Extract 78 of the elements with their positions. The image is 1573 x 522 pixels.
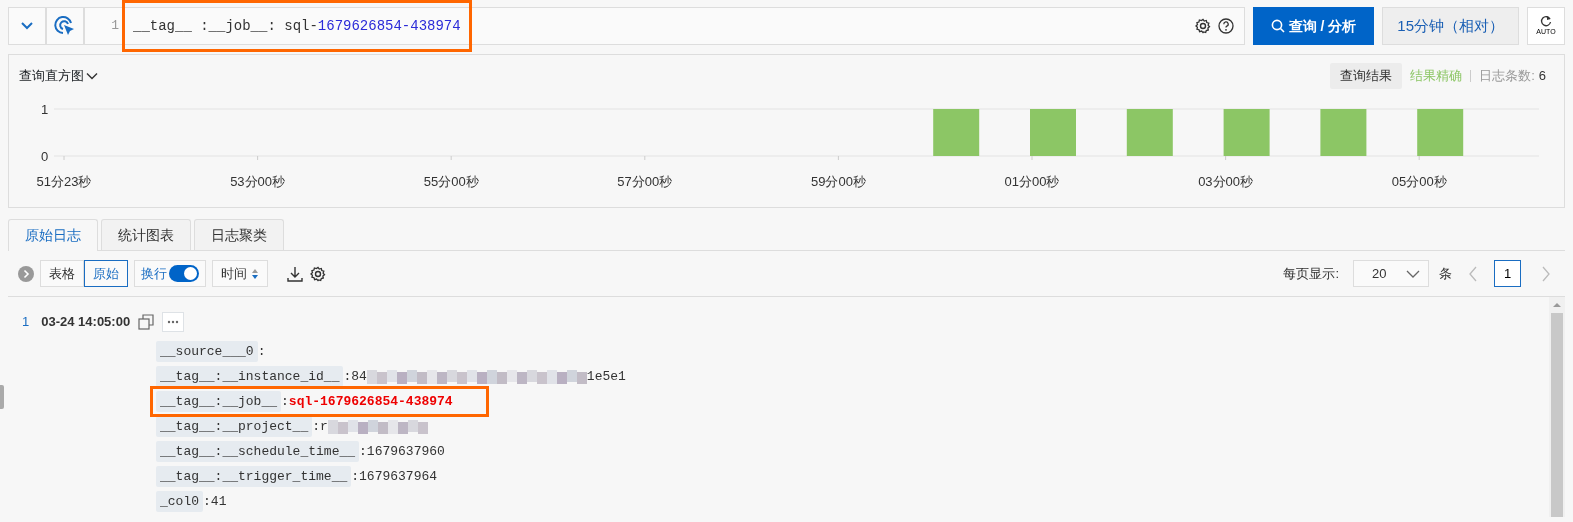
field-key: __tag__:__instance_id__	[156, 365, 344, 388]
separator: :	[281, 392, 289, 411]
tab[interactable]: 日志聚类	[194, 219, 284, 250]
separator: :	[359, 442, 367, 461]
refresh-icon	[1540, 14, 1552, 27]
histogram-bar[interactable]	[1320, 108, 1367, 156]
settings-icon[interactable]	[1194, 18, 1211, 34]
field-value: sql-1679626854-438974	[288, 392, 453, 411]
tab[interactable]: 原始日志	[8, 219, 98, 251]
settings-icon[interactable]	[310, 265, 326, 282]
chevron-left-icon[interactable]	[1468, 265, 1478, 282]
field-key: __tag__:__job__	[156, 390, 282, 413]
field-value: 1679637960	[366, 442, 445, 461]
expand-icon[interactable]	[18, 265, 34, 282]
search-icon	[1270, 19, 1285, 33]
separator: :	[203, 492, 211, 511]
log-count-label: 日志条数:	[1479, 67, 1535, 85]
view-mode-button[interactable]: 原始	[84, 260, 128, 287]
result-tab[interactable]: 查询结果	[1330, 63, 1403, 89]
histogram-bar[interactable]	[1030, 108, 1076, 156]
accuracy-label: 结果精确	[1410, 67, 1463, 85]
field-value: 1679637964	[359, 467, 438, 486]
field-value: 41	[210, 492, 227, 511]
field-value: r	[320, 417, 328, 436]
chevron-down-icon	[1406, 268, 1420, 279]
time-range-button[interactable]: 15分钟（相对）	[1382, 7, 1519, 45]
separator: :	[343, 367, 352, 386]
histogram-bar[interactable]	[1126, 108, 1173, 156]
axis-label: 53分00秒	[230, 173, 286, 189]
chevron-right-icon[interactable]	[1541, 265, 1551, 282]
axis-label: 57分00秒	[617, 173, 673, 189]
page-size-select[interactable]: 20	[1353, 260, 1429, 287]
page-size-label: 每页显示:	[1283, 264, 1339, 283]
field-key: __tag__:__project__	[156, 415, 313, 438]
tab[interactable]: 统计图表	[101, 219, 191, 250]
axis-label: 59分00秒	[810, 173, 866, 189]
separator: :	[257, 342, 266, 361]
view-mode-button[interactable]: 表格	[40, 260, 84, 287]
copy-icon[interactable]	[138, 314, 155, 330]
query-input[interactable]: __tag__ :__job__: sql-1679626854-438974	[125, 3, 469, 49]
wrap-label: 换行	[141, 264, 167, 283]
sort-button[interactable]: 时间	[212, 260, 268, 287]
histogram-bar[interactable]	[933, 108, 980, 156]
axis-label: 01分00秒	[1004, 173, 1060, 189]
row-number: 1	[22, 313, 30, 332]
field-key: __tag__:__trigger_time__	[156, 465, 352, 488]
histogram-bar[interactable]	[1223, 108, 1270, 156]
sort-icon	[251, 267, 259, 280]
histogram-bar[interactable]	[1417, 108, 1464, 156]
axis-label: 03分00秒	[1198, 173, 1254, 189]
page-button[interactable]: 1	[1494, 260, 1521, 287]
axis-label: 51分23秒	[36, 173, 92, 189]
unit-label: 条	[1439, 264, 1452, 283]
field-value: 84	[351, 367, 367, 386]
more-icon	[167, 320, 180, 324]
field-key: __source___0	[156, 340, 258, 363]
cursor-target-button[interactable]	[46, 7, 84, 45]
separator: :	[312, 417, 321, 436]
axis-label: 0	[41, 148, 49, 164]
search-button[interactable]: 查询 / 分析	[1252, 7, 1375, 45]
help-icon[interactable]	[1217, 18, 1234, 34]
axis-label: 05分00秒	[1391, 173, 1447, 189]
side-handle[interactable]	[0, 385, 4, 409]
axis-label: 1	[41, 101, 49, 117]
field-key: __tag__:__schedule_time__	[156, 440, 360, 463]
log-time: 03-24 14:05:00	[41, 313, 131, 332]
log-count: 6	[1538, 67, 1546, 85]
separator: :	[351, 467, 360, 486]
more-button[interactable]	[162, 312, 185, 332]
scrollbar[interactable]	[1549, 297, 1565, 517]
wrap-toggle[interactable]	[169, 265, 199, 282]
field-key: _col0	[156, 490, 203, 513]
field-value: 1e5e1	[586, 367, 626, 386]
axis-label: 55分00秒	[423, 173, 479, 189]
cursor-target-icon	[54, 15, 76, 37]
histogram-dropdown[interactable]: 查询直方图	[19, 66, 98, 86]
line-number: 1	[110, 17, 120, 36]
download-icon[interactable]	[286, 264, 304, 283]
